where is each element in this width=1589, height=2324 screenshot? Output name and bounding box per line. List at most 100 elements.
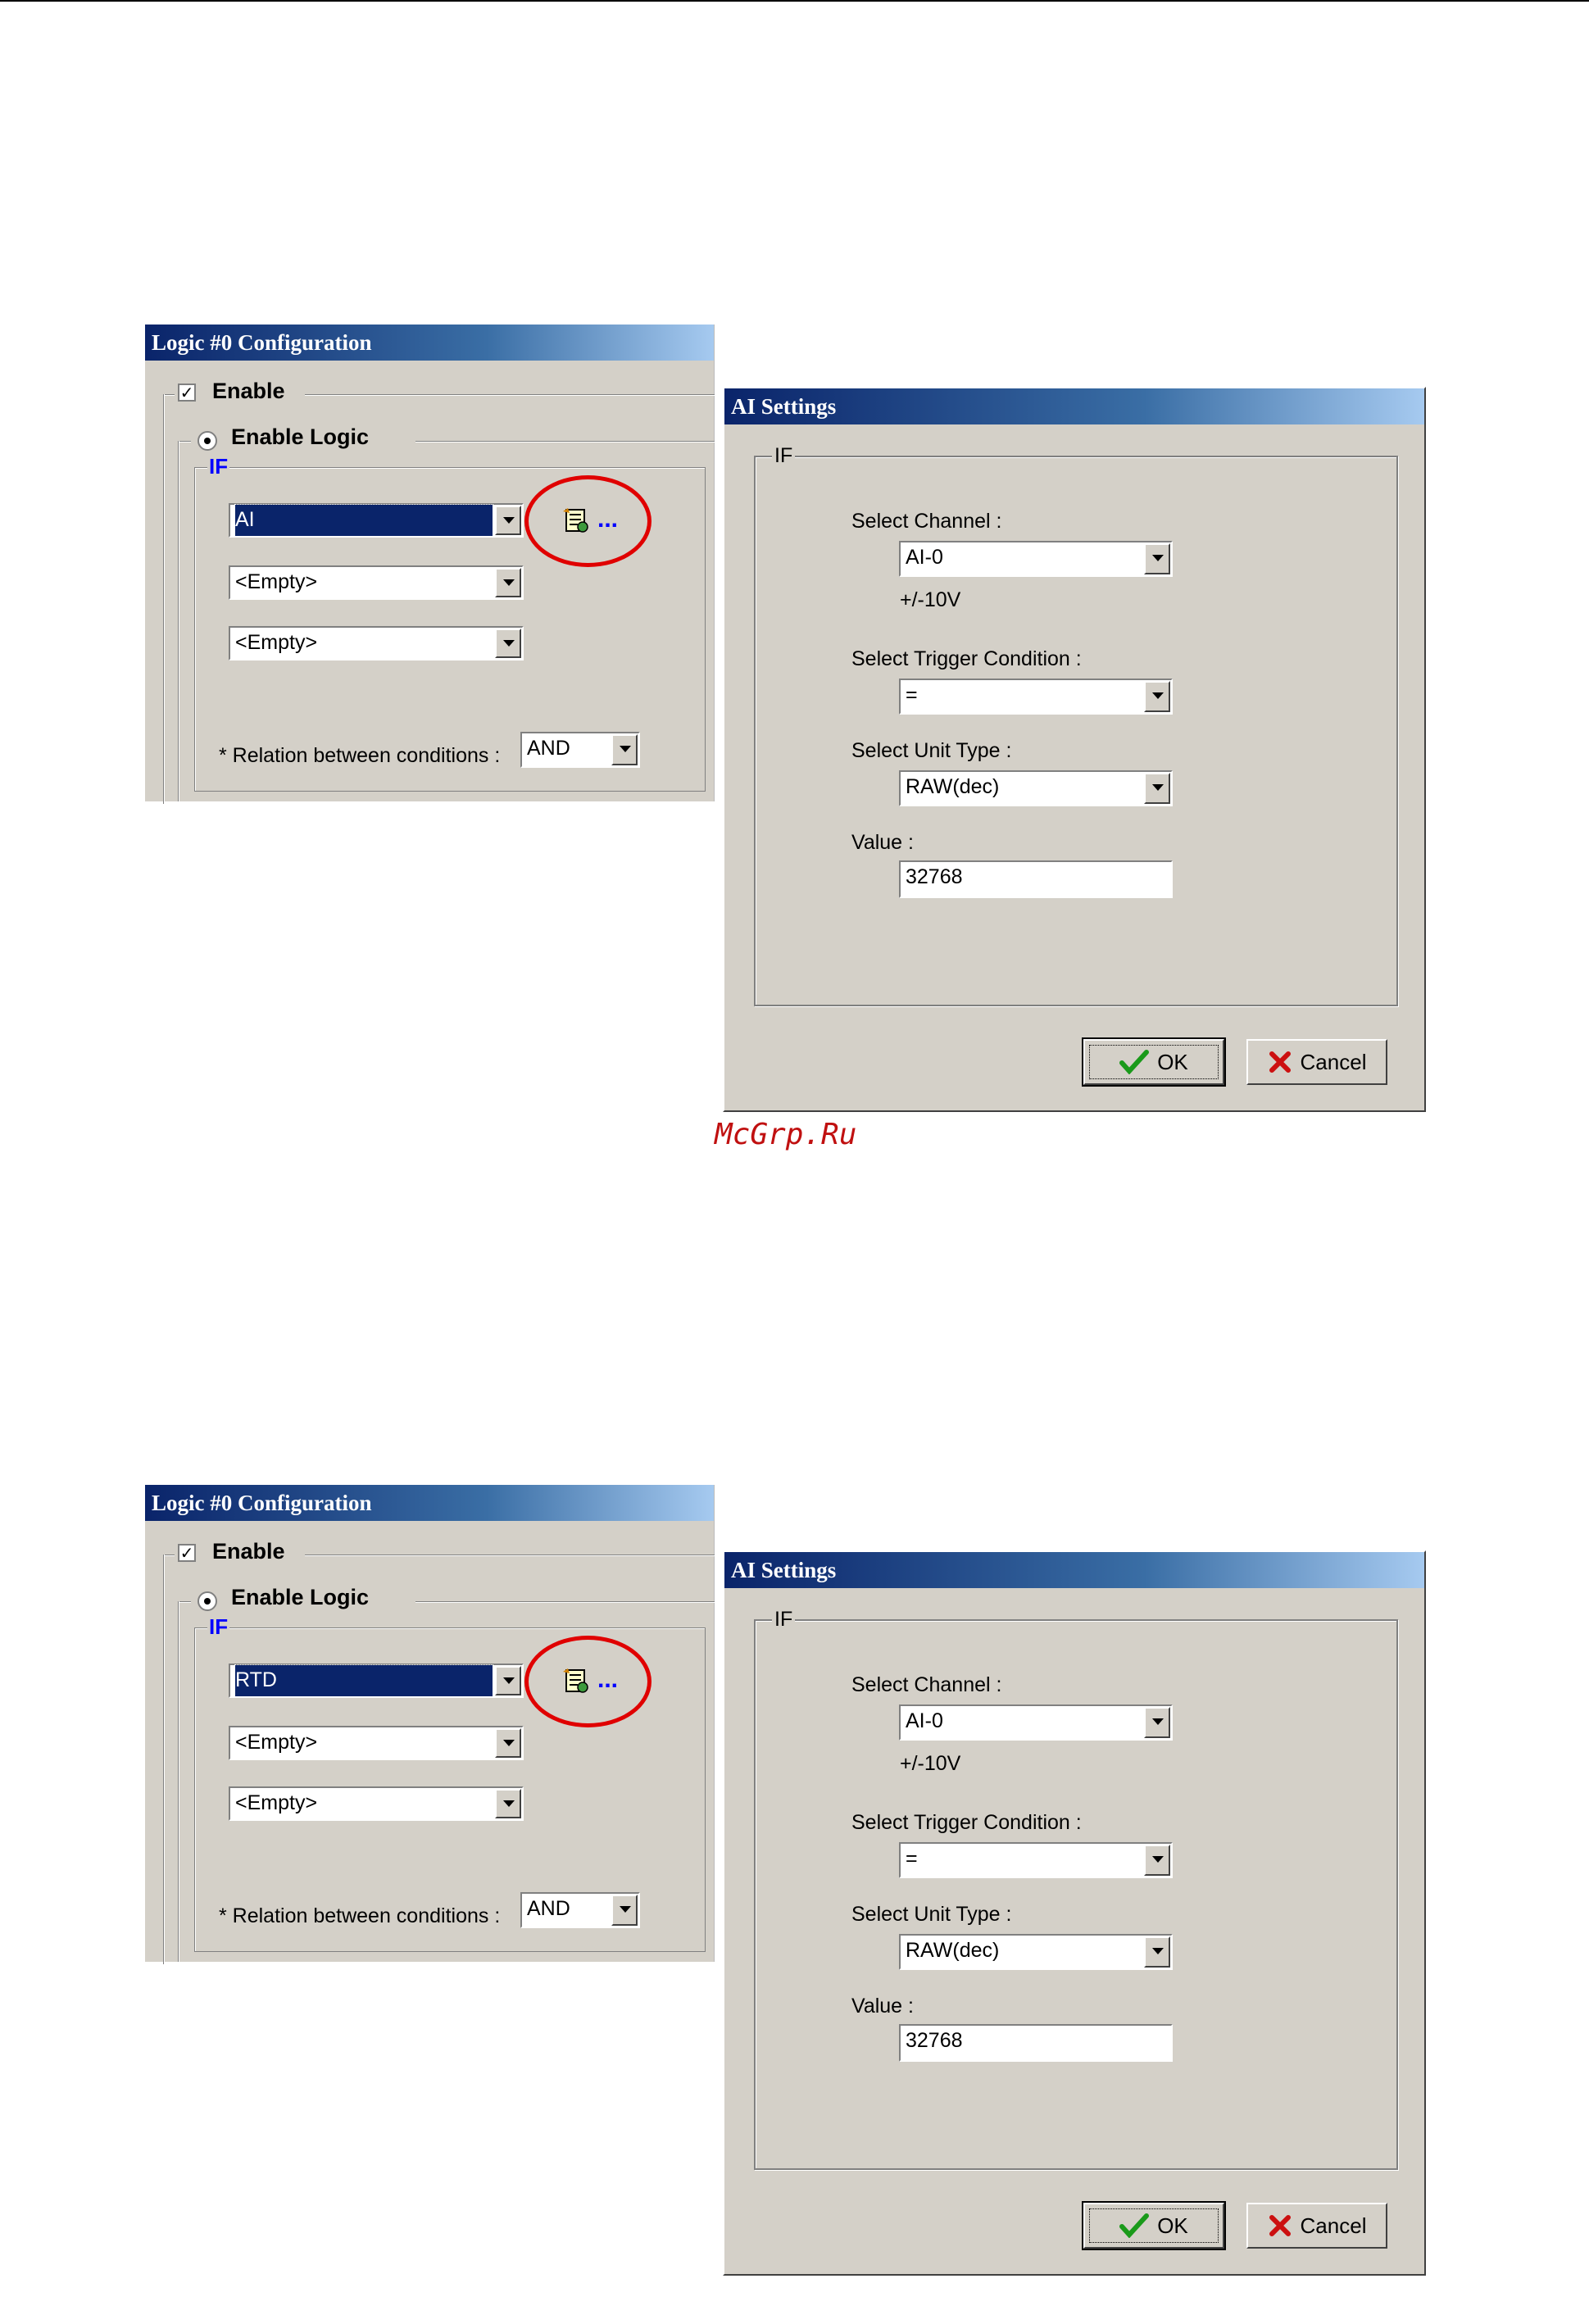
enable-logic-label: Enable Logic: [231, 424, 370, 449]
unit-select[interactable]: RAW(dec): [899, 1934, 1173, 1970]
ai-if-label: IF: [772, 1608, 796, 1632]
logic-config-window: Logic #0 Configuration ✓ Enable Enable L…: [145, 1485, 715, 1964]
channel-range-text: +/-10V: [900, 588, 961, 611]
enable-logic-label: Enable Logic: [231, 1585, 370, 1609]
relation-select[interactable]: AND: [520, 732, 640, 768]
group-frame-line: [305, 1555, 715, 1556]
condition-select-1-value: RTD: [234, 1664, 493, 1697]
highlight-circle: [524, 475, 651, 567]
chevron-down-icon[interactable]: [495, 1728, 521, 1758]
group-frame-line: [163, 1555, 175, 1556]
check-icon: [1119, 1050, 1150, 1074]
cancel-button-label: Cancel: [1300, 1049, 1367, 1074]
trigger-select-value: =: [906, 683, 918, 706]
group-frame-line: [415, 1601, 715, 1603]
condition-select-2-value: <Empty>: [235, 570, 318, 593]
chevron-down-icon[interactable]: [1144, 543, 1170, 574]
enable-checkbox[interactable]: ✓: [178, 384, 196, 402]
unit-select[interactable]: RAW(dec): [899, 770, 1173, 806]
relation-select-value: AND: [527, 1897, 570, 1920]
select-channel-label: Select Channel :: [851, 1673, 1002, 1696]
condition-select-1[interactable]: AI: [229, 503, 524, 538]
chevron-down-icon[interactable]: [611, 1895, 638, 1926]
condition-select-3-value: <Empty>: [235, 631, 318, 654]
condition-select-3-value: <Empty>: [235, 1791, 318, 1814]
chevron-down-icon[interactable]: [1144, 1845, 1170, 1876]
chevron-down-icon[interactable]: [495, 506, 521, 535]
value-input[interactable]: 32768: [899, 2024, 1173, 2062]
cancel-button-label: Cancel: [1300, 2213, 1367, 2238]
condition-select-2[interactable]: <Empty>: [229, 565, 524, 600]
value-input[interactable]: 32768: [899, 860, 1173, 898]
enable-checkbox[interactable]: ✓: [178, 1544, 196, 1562]
chevron-down-icon[interactable]: [1144, 773, 1170, 804]
channel-range-text: +/-10V: [900, 1752, 961, 1775]
enable-logic-radio[interactable]: [197, 431, 217, 451]
group-frame-line: [178, 1601, 191, 1603]
ai-if-label: IF: [772, 444, 796, 468]
cancel-button[interactable]: Cancel: [1246, 1039, 1387, 1085]
ok-button[interactable]: OK: [1082, 2201, 1226, 2250]
chevron-down-icon[interactable]: [495, 1666, 521, 1695]
screenshot-panel-1: Logic #0 Configuration ✓ Enable Enable L…: [0, 0, 1589, 1164]
chevron-down-icon[interactable]: [611, 734, 638, 765]
channel-select[interactable]: AI-0: [899, 541, 1173, 577]
condition-select-2[interactable]: <Empty>: [229, 1726, 524, 1760]
channel-select-value: AI-0: [906, 546, 943, 569]
condition-select-1[interactable]: RTD: [229, 1664, 524, 1698]
chevron-down-icon[interactable]: [495, 568, 521, 597]
select-channel-label: Select Channel :: [851, 510, 1002, 533]
unit-select-value: RAW(dec): [906, 775, 1000, 798]
select-trigger-label: Select Trigger Condition :: [851, 1811, 1082, 1834]
value-label: Value :: [851, 1995, 914, 2018]
select-trigger-label: Select Trigger Condition :: [851, 647, 1082, 670]
relation-label: * Relation between conditions :: [219, 744, 501, 767]
trigger-select[interactable]: =: [899, 679, 1173, 715]
condition-select-1-value: AI: [234, 504, 493, 537]
cancel-x-icon: [1269, 1051, 1291, 1073]
relation-select-value: AND: [527, 737, 570, 760]
ai-if-frame: [754, 456, 1398, 1006]
select-unit-label: Select Unit Type :: [851, 1903, 1012, 1926]
check-icon: [1119, 2213, 1150, 2238]
ok-button[interactable]: OK: [1082, 1037, 1226, 1087]
relation-label: * Relation between conditions :: [219, 1904, 501, 1927]
screenshot-panel-2: Logic #0 Configuration ✓ Enable Enable L…: [0, 1160, 1589, 2324]
logic-config-window: Logic #0 Configuration ✓ Enable Enable L…: [145, 325, 715, 804]
group-frame-line: [163, 394, 175, 396]
unit-select-value: RAW(dec): [906, 1939, 1000, 1962]
enable-label: Enable: [212, 379, 285, 403]
watermark-text: McGrp.Ru: [715, 1118, 857, 1151]
ai-if-frame: [754, 1619, 1398, 2170]
chevron-down-icon[interactable]: [495, 629, 521, 658]
group-frame-line: [305, 394, 715, 396]
condition-select-2-value: <Empty>: [235, 1731, 318, 1754]
group-frame-line: [178, 441, 191, 443]
cancel-x-icon: [1269, 2215, 1291, 2236]
enable-label: Enable: [212, 1539, 285, 1564]
if-group-label: IF: [207, 454, 230, 479]
trigger-select[interactable]: =: [899, 1842, 1173, 1878]
chevron-down-icon[interactable]: [1144, 1707, 1170, 1738]
channel-select[interactable]: AI-0: [899, 1704, 1173, 1741]
condition-select-3[interactable]: <Empty>: [229, 626, 524, 660]
enable-logic-radio[interactable]: [197, 1591, 217, 1611]
relation-select[interactable]: AND: [520, 1892, 640, 1928]
cancel-button[interactable]: Cancel: [1246, 2203, 1387, 2249]
group-frame-line: [415, 441, 715, 443]
if-group-label: IF: [207, 1614, 230, 1640]
group-frame-line: [178, 441, 179, 801]
chevron-down-icon[interactable]: [495, 1789, 521, 1818]
trigger-select-value: =: [906, 1847, 918, 1870]
ok-button-label: OK: [1157, 2213, 1188, 2238]
ok-button-label: OK: [1157, 1049, 1188, 1074]
chevron-down-icon[interactable]: [1144, 681, 1170, 712]
group-frame-line: [178, 1601, 179, 1962]
ai-settings-window: AI Settings IF Select Channel : AI-0 +/-…: [723, 1550, 1426, 2276]
chevron-down-icon[interactable]: [1144, 1936, 1170, 1968]
highlight-circle: [524, 1636, 651, 1727]
condition-select-3[interactable]: <Empty>: [229, 1786, 524, 1821]
logic-config-title: Logic #0 Configuration: [145, 325, 714, 361]
value-label: Value :: [851, 831, 914, 854]
ai-settings-window: AI Settings IF Select Channel : AI-0 +/-…: [723, 387, 1426, 1112]
